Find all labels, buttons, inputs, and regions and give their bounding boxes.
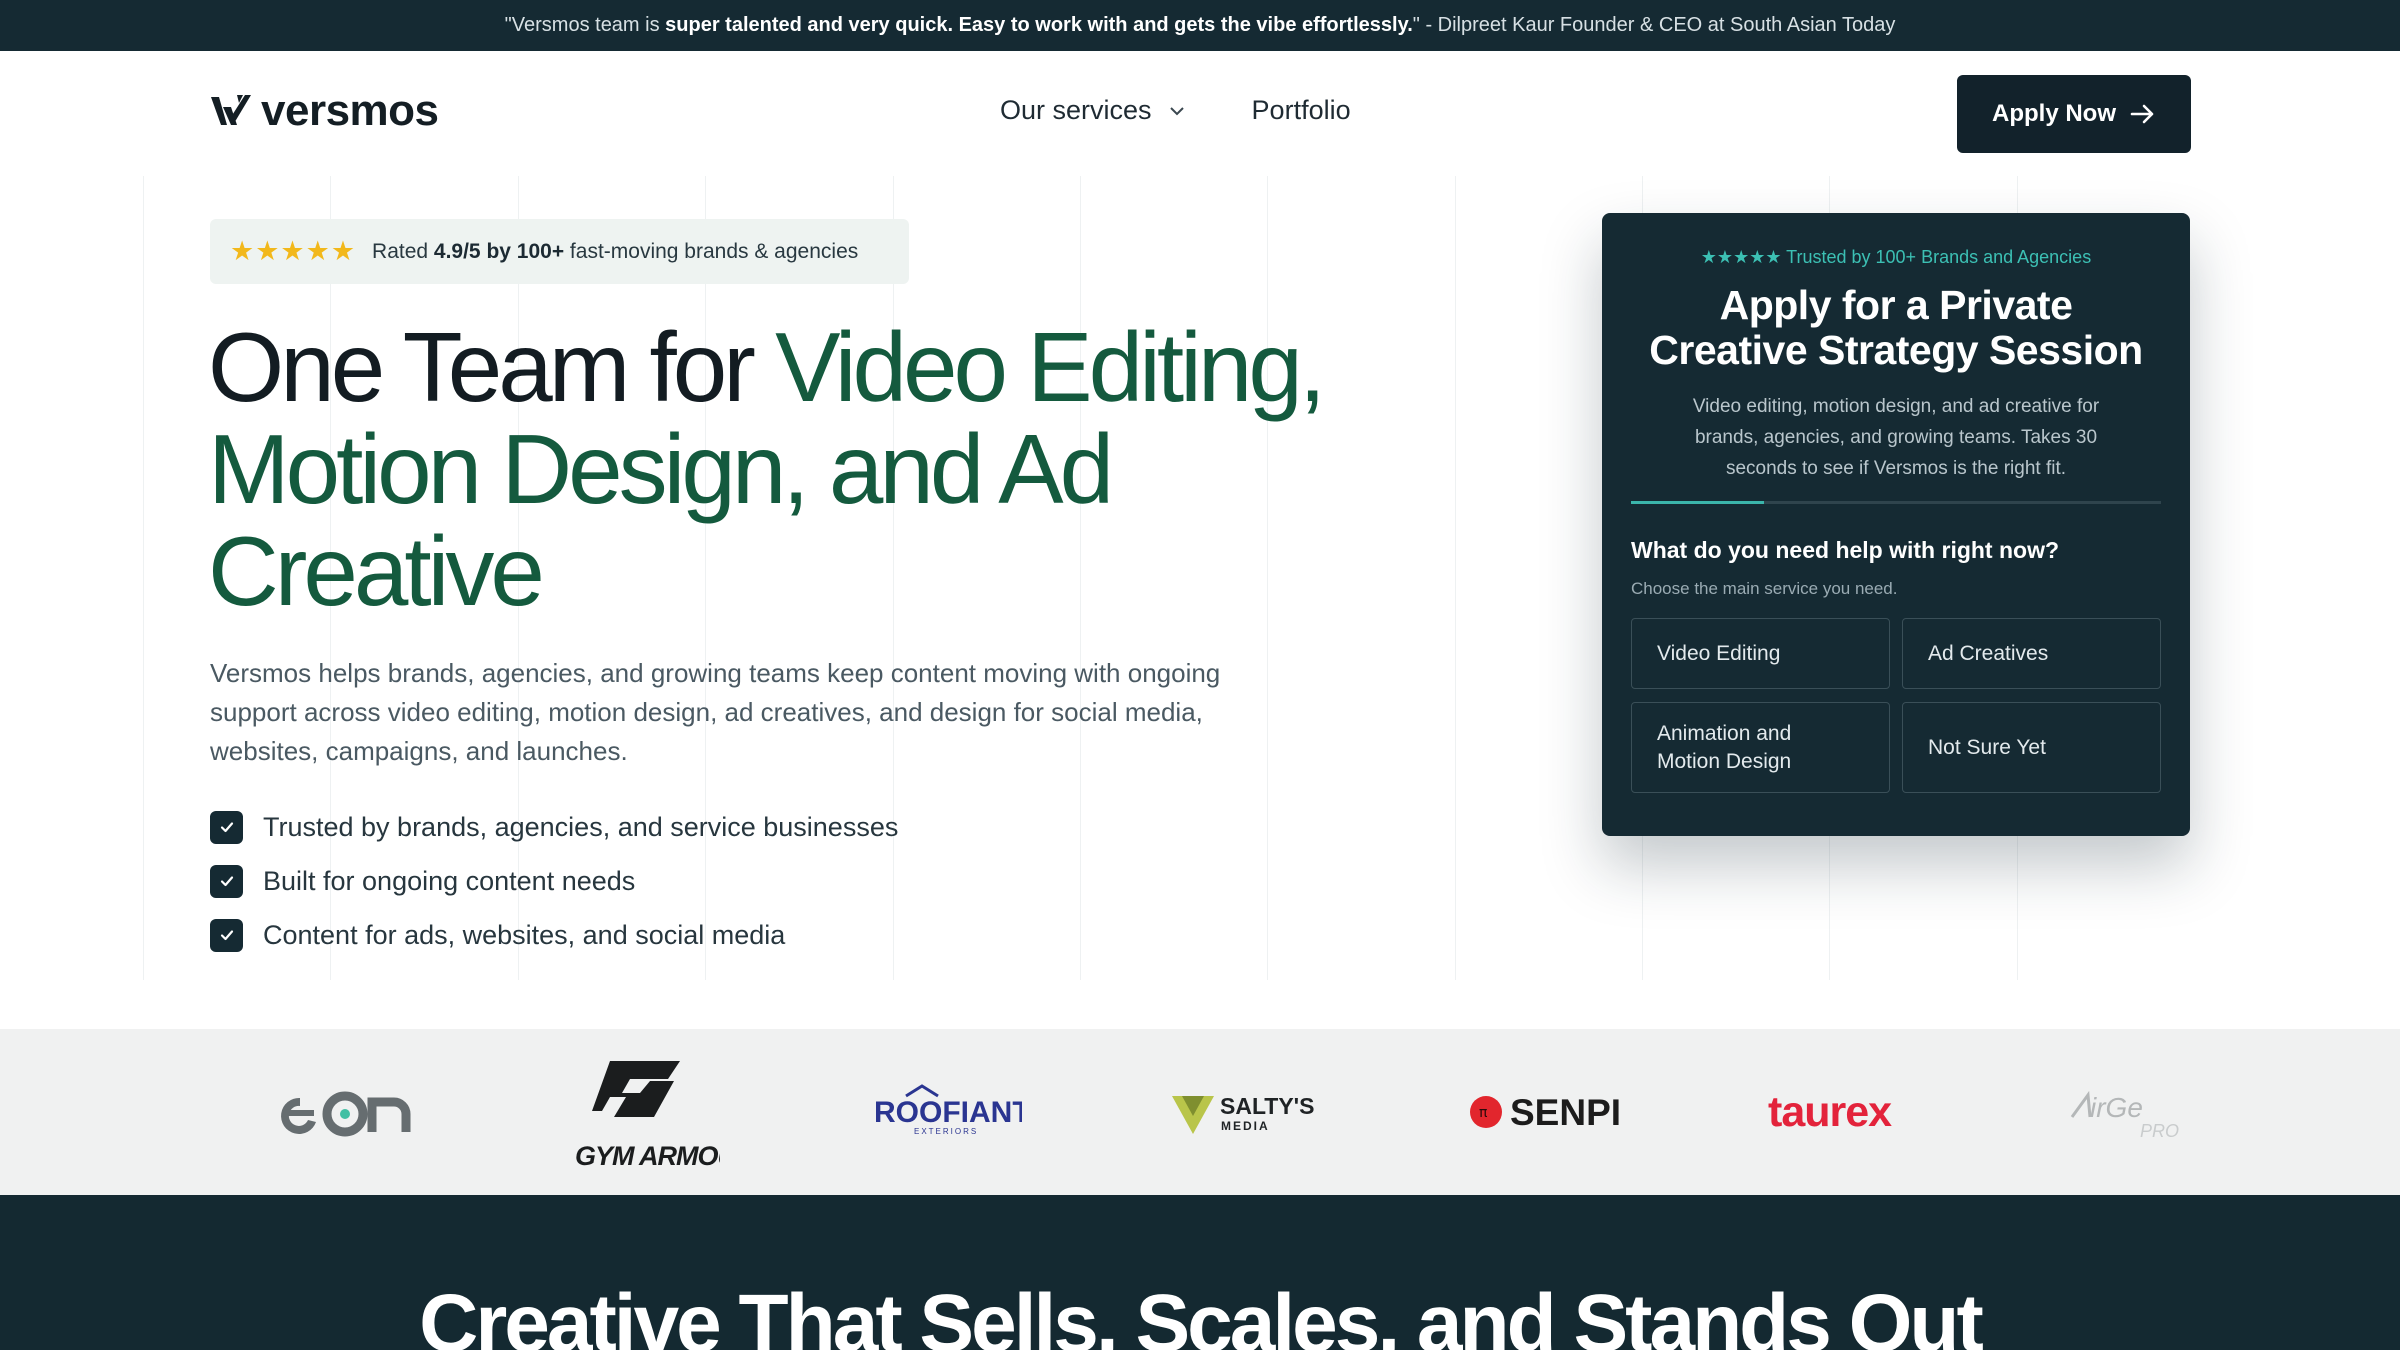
apply-now-label: Apply Now (1992, 100, 2116, 127)
svg-text:EXTERIORS: EXTERIORS (914, 1127, 978, 1136)
hero-headline: One Team for Video Editing, Motion Desig… (208, 312, 1326, 626)
nav-our-services-label: Our services (1000, 95, 1152, 125)
rating-badge: ★★★★★ Rated 4.9/5 by 100+ fast-moving br… (210, 219, 909, 284)
svg-text:GYM ARMOUR: GYM ARMOUR (575, 1141, 720, 1171)
nav-portfolio[interactable]: Portfolio (1252, 95, 1351, 126)
hero-section: ★★★★★ Rated 4.9/5 by 100+ fast-moving br… (0, 176, 2400, 980)
card-title: Apply for a Private Creative Strategy Se… (1649, 282, 2143, 373)
svg-text:SALTY'S: SALTY'S (1220, 1093, 1315, 1119)
benefit-item: Content for ads, websites, and social me… (210, 908, 898, 962)
form-progress-fill (1631, 501, 1764, 504)
client-logo-saltys-media: SALTY'S MEDIA (1170, 1029, 1320, 1195)
option-animation-motion-design[interactable]: Animation and Motion Design (1631, 702, 1890, 793)
svg-text:π: π (1479, 1105, 1488, 1121)
versmos-logo-icon (211, 95, 251, 125)
chevron-down-icon (1169, 106, 1184, 115)
hero-subtext: Versmos helps brands, agencies, and grow… (210, 658, 1221, 766)
question-title: What do you need help with right now? (1631, 537, 2060, 563)
client-logo-roofiant: ROOFIANT EXTERIORS (872, 1029, 1022, 1195)
client-logo-gym-armour: GYM ARMOUR (570, 1029, 720, 1195)
benefit-item: Trusted by brands, agencies, and service… (210, 800, 898, 854)
testimonial-quote: "Versmos team is super talented and very… (504, 14, 1896, 36)
main-nav: Our services Portfolio (1000, 95, 1351, 126)
client-logo-strip: GYM ARMOUR ROOFIANT EXTERIORS SALTY'S ME… (0, 1029, 2400, 1195)
features-section: Creative That Sells, Scales, and Stands … (0, 1195, 2400, 1350)
section-title: Creative That Sells, Scales, and Stands … (419, 1278, 1984, 1350)
svg-text:ROOFIANT: ROOFIANT (874, 1096, 1022, 1129)
grid-line (143, 176, 144, 980)
rating-text: Rated 4.9/5 by 100+ fast-moving brands &… (372, 239, 859, 263)
svg-text:MEDIA: MEDIA (1221, 1119, 1270, 1133)
option-ad-creatives[interactable]: Ad Creatives (1902, 618, 2161, 689)
svg-text:SENPI: SENPI (1510, 1092, 1621, 1133)
svg-text:irGe: irGe (2090, 1092, 2143, 1123)
versmos-logo[interactable]: versmos (209, 86, 439, 135)
client-logo-eon (270, 1029, 420, 1195)
checkbox-check-icon (210, 864, 243, 898)
card-trust-line: ★★★★★ Trusted by 100+ Brands and Agencie… (1700, 247, 2092, 267)
grid-line (1455, 176, 1456, 980)
option-not-sure-yet[interactable]: Not Sure Yet (1902, 702, 2161, 793)
checkbox-check-icon (210, 918, 243, 952)
site-header: versmos Our services Portfolio Apply Now (0, 51, 2400, 176)
arrow-right-icon (2130, 104, 2154, 124)
svg-text:taurex: taurex (1768, 1088, 1892, 1136)
client-logo-senpi: π SENPI (1468, 1029, 1628, 1195)
question-subtitle: Choose the main service you need. (1631, 579, 1898, 598)
nav-portfolio-label: Portfolio (1251, 95, 1351, 125)
card-description: Video editing, motion design, and ad cre… (1692, 396, 2100, 479)
star-rating-icon: ★★★★★ (230, 236, 357, 266)
nav-our-services[interactable]: Our services (1000, 95, 1188, 126)
client-logo-taurex: taurex (1766, 1029, 1926, 1195)
form-progress-bar (1631, 501, 2161, 504)
testimonial-bar: "Versmos team is super talented and very… (0, 0, 2400, 51)
client-logo-airgear: irGe PRO (2070, 1029, 2190, 1195)
strategy-session-card: ★★★★★ Trusted by 100+ Brands and Agencie… (1602, 213, 2190, 836)
benefit-list: Trusted by brands, agencies, and service… (210, 800, 898, 962)
svg-text:PRO: PRO (2140, 1121, 2179, 1141)
logo-text: versmos (261, 86, 439, 135)
benefit-item: Built for ongoing content needs (210, 854, 898, 908)
option-video-editing[interactable]: Video Editing (1631, 618, 1890, 689)
checkbox-check-icon (210, 810, 243, 844)
apply-now-button[interactable]: Apply Now (1957, 75, 2191, 153)
